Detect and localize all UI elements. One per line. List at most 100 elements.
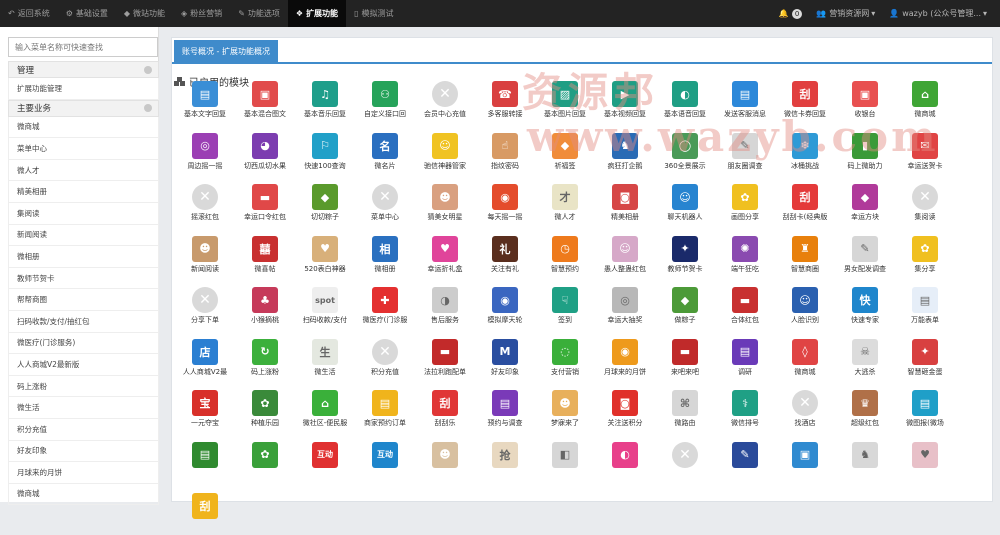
module-tile[interactable]: ▤ 发送客服消息 [715,74,775,123]
sidebar-item[interactable]: 微商城 [8,116,159,139]
module-tile[interactable]: ✿ 种植乐园 [235,383,295,432]
module-tile[interactable]: ☺ 聊天机器人 [655,177,715,226]
module-tile[interactable]: ◎ 周边摇一摇 [175,126,235,175]
module-tile[interactable]: 刮刮刮卡(经典版 [775,177,835,226]
module-tile[interactable]: ✺ 端午狂吃 [715,229,775,278]
module-tile[interactable]: ▨ 基本图片回复 [535,74,595,123]
module-tile[interactable]: ▣ [775,435,835,484]
sidebar-item[interactable]: 教师节贺卡 [8,267,159,290]
module-tile[interactable]: ⌂ 微商城 [895,74,955,123]
module-tile[interactable]: 互动 [295,435,355,484]
tab-comment[interactable]: ◈ 粉丝营销 [173,0,230,27]
module-tile[interactable]: ◧ [535,435,595,484]
tab-gear[interactable]: ⚙ 基础设置 [58,0,116,27]
module-tile[interactable]: ✎ 男女配发调查 [835,229,895,278]
sidebar-item[interactable]: 微生活 [8,397,159,419]
module-tile[interactable]: 店人人商城V2最 [175,332,235,381]
module-tile[interactable]: ✕ 积分充值 [355,332,415,381]
module-tile[interactable]: 名微名片 [355,126,415,175]
module-tile[interactable]: ✚ 微医疗(门诊服 [355,280,415,329]
sidebar-item[interactable]: 扩展功能管理 [8,78,159,100]
module-tile[interactable]: ▣ 收银台 [835,74,895,123]
sidebar-item[interactable]: 集阅读 [8,202,159,225]
module-tile[interactable]: ☻ 新闻阅读 [175,229,235,278]
module-tile[interactable]: ✕ [655,435,715,484]
sidebar-item[interactable]: 积分充值 [8,418,159,441]
module-tile[interactable]: 抢 [475,435,535,484]
module-tile[interactable]: ♫ 基本音乐回复 [295,74,355,123]
module-tile[interactable]: ◕ 切西瓜切水果 [235,126,295,175]
tab-cubes[interactable]: ❖ 扩展功能 [287,0,347,27]
module-tile[interactable]: ✕ 找酒店 [775,383,835,432]
sidebar-item[interactable]: 微人才 [8,159,159,182]
tab-cube[interactable]: ◆ 微站功能 [116,0,173,27]
module-tile[interactable]: ⌂ 微社区-便民服 [295,383,355,432]
module-tile[interactable]: ◆ 切切粽子 [295,177,355,226]
sidebar-item[interactable]: 微医疗(门诊服务) [8,332,159,355]
sidebar-item[interactable]: 新闻阅读 [8,224,159,247]
module-tile[interactable]: ◙ 精美相册 [595,177,655,226]
module-tile[interactable]: ⚐ 快速100查询 [295,126,355,175]
module-tile[interactable]: ▬ 来吧来吧 [655,332,715,381]
gear-icon[interactable] [144,65,152,74]
module-tile[interactable]: ☻ 猜美女明星 [415,177,475,226]
module-tile[interactable]: ◐ [595,435,655,484]
module-tile[interactable]: ✕ 摇滚红包 [175,177,235,226]
module-tile[interactable]: 宝一元夺宝 [175,383,235,432]
sidebar-item[interactable]: 微商城 [8,483,159,506]
tab-account-overview[interactable]: 账号概况 - 扩展功能概况 [174,40,278,63]
module-tile[interactable]: ▤ 预约与调查 [475,383,535,432]
module-tile[interactable]: ▬ 法拉利跑配单 [415,332,475,381]
module-tile[interactable]: ⌘ 微路由 [655,383,715,432]
module-tile[interactable]: 快快速专家 [835,280,895,329]
sidebar-item[interactable]: 帮帮商圈 [8,289,159,311]
module-tile[interactable]: ☻ [415,435,475,484]
module-tile[interactable]: ▮ 码上微助力 [835,126,895,175]
module-tile[interactable]: ✕ 分享下单 [175,280,235,329]
module-tile[interactable]: ◉ 模拟摩天轮 [475,280,535,329]
module-tile[interactable]: ⚕ 微信排号 [715,383,775,432]
module-tile[interactable]: 生微生活 [295,332,355,381]
menu-search-input[interactable] [8,37,158,57]
module-tile[interactable]: ▬ 幸运口令红包 [235,177,295,226]
module-tile[interactable]: 刮微信卡券回复 [775,74,835,123]
sidebar-item[interactable]: 扫码收款/支付/抽红包 [8,310,159,333]
module-tile[interactable]: ▤ 调研 [715,332,775,381]
module-tile[interactable]: ⚇ 自定义接口回 [355,74,415,123]
module-tile[interactable]: ♞ 疯狂打企鹅 [595,126,655,175]
module-tile[interactable]: 刮 [175,486,235,535]
module-tile[interactable]: ♞ [835,435,895,484]
module-tile[interactable]: ☠ 大逃杀 [835,332,895,381]
module-tile[interactable]: ▤ 万能表单 [895,280,955,329]
module-tile[interactable]: ▣ 基本混合图文 [235,74,295,123]
module-tile[interactable]: 互动 [355,435,415,484]
module-tile[interactable]: 相微相册 [355,229,415,278]
group-menu[interactable]: 👥 营销资源网 ▾ [809,8,882,19]
module-tile[interactable]: ▤ 基本文字回复 [175,74,235,123]
module-tile[interactable]: ◑ 售后服务 [415,280,475,329]
module-tile[interactable]: ◐ 基本语音回复 [655,74,715,123]
module-tile[interactable]: ✕ 菜单中心 [355,177,415,226]
module-tile[interactable]: ↻ 码上涨粉 [235,332,295,381]
module-tile[interactable]: ◆ 祈福签 [535,126,595,175]
module-tile[interactable]: ☺ 愚人整蛊红包 [595,229,655,278]
sidebar-item[interactable]: 人人商城V2最新版 [8,354,159,376]
module-tile[interactable]: ◉ 每天摇一摇 [475,177,535,226]
sidebar-group-manage[interactable]: 管理 [8,61,159,78]
tab-phone[interactable]: ▯ 模拟测试 [346,0,401,27]
module-tile[interactable]: ◙ 关注送积分 [595,383,655,432]
module-tile[interactable]: ♥ 520表白神器 [295,229,355,278]
module-tile[interactable]: ▤ [175,435,235,484]
module-tile[interactable]: ◌ 支付营销 [535,332,595,381]
module-tile[interactable]: ◊ 微商城 [775,332,835,381]
module-tile[interactable]: ✎ [715,435,775,484]
module-tile[interactable]: ✿ 集分享 [895,229,955,278]
module-tile[interactable]: spot 扫码收款/支付 [295,280,355,329]
sidebar-item[interactable]: 精美相册 [8,181,159,203]
module-tile[interactable]: ✦ 智慧砸金蛋 [895,332,955,381]
module-tile[interactable]: ◷ 智慧预约 [535,229,595,278]
module-tile[interactable]: ☟ 签到 [535,280,595,329]
module-tile[interactable]: ✉ 幸运送贺卡 [895,126,955,175]
module-tile[interactable]: 囍微喜帖 [235,229,295,278]
module-tile[interactable]: M 好友印象 [475,332,535,381]
